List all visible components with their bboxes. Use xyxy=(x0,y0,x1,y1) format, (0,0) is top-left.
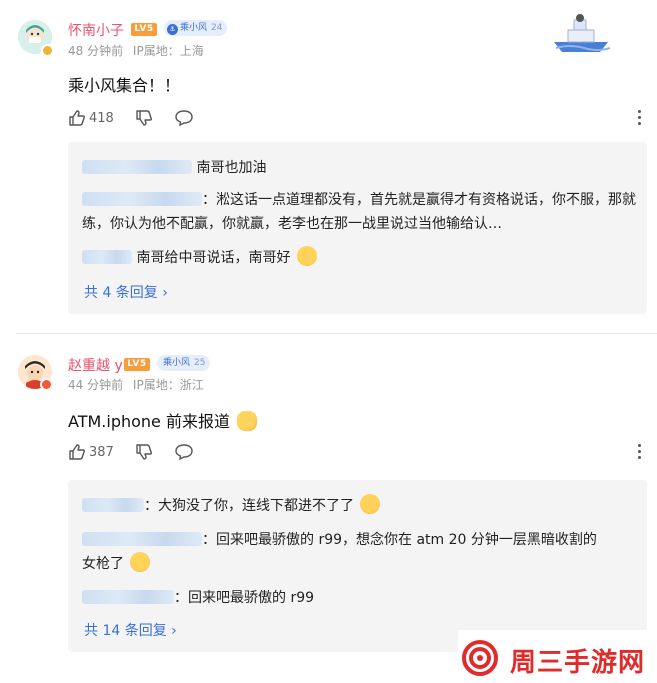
reply-text: ：回来吧最骄傲的 r99 xyxy=(174,590,315,606)
reply-text-continued: 女枪了 xyxy=(82,556,124,572)
reply-text: ：回来吧最骄傲的 r99，想念你在 atm 20 分钟一层黑暗收割的 xyxy=(202,532,597,548)
comment-actions: 418 xyxy=(68,108,628,128)
fan-badge[interactable]: ⚓ 乘小风 24 xyxy=(164,20,228,36)
blurred-username xyxy=(82,192,202,206)
comment-meta: 48 分钟前 IP属地：上海 xyxy=(68,42,210,59)
reply-item[interactable]: ：回来吧最骄傲的 r99 xyxy=(82,586,638,610)
reply-item[interactable]: ：大狗没了你，连线下都进不了了 xyxy=(82,494,638,518)
reply-button[interactable] xyxy=(174,108,194,128)
like-count: 418 xyxy=(89,110,114,126)
site-watermark: 周三手游网 xyxy=(458,630,657,683)
anchor-icon: ⚓ xyxy=(167,24,178,35)
comment-time: 48 分钟前 xyxy=(68,44,124,58)
like-button[interactable]: 387 xyxy=(68,442,114,462)
comment-content: 乘小风集合！！ xyxy=(68,76,181,95)
comment-actions: 387 xyxy=(68,442,628,462)
fan-badge-label: 乘小风 xyxy=(180,23,208,33)
username[interactable]: 赵重越 y xyxy=(68,355,123,375)
flexed-biceps-emoji-icon xyxy=(237,411,258,431)
thumbs-down-icon xyxy=(136,110,153,126)
comment-time: 44 分钟前 xyxy=(68,378,124,392)
avatar-badge-icon xyxy=(41,44,54,57)
divider xyxy=(16,333,657,334)
blurred-username xyxy=(82,498,144,512)
reply-text: 南哥也加油 xyxy=(196,160,267,176)
level-badge: LV5 xyxy=(131,23,157,36)
crying-face-emoji-icon xyxy=(130,552,151,572)
comment-bubble-icon xyxy=(175,444,193,461)
blurred-username xyxy=(82,532,202,546)
dislike-button[interactable] xyxy=(135,108,153,128)
reply-button[interactable] xyxy=(174,442,194,462)
reply-item[interactable]: ：淞这话一点道理都没有，首先就是赢得才有资格说话，你不服，那就练，你认为他不配赢… xyxy=(82,188,638,236)
fan-badge-level: 25 xyxy=(194,358,206,368)
blushing-face-emoji-icon xyxy=(296,246,317,266)
crying-face-emoji-icon xyxy=(360,494,381,514)
thumbs-up-icon xyxy=(69,444,86,460)
more-options-icon[interactable] xyxy=(637,110,641,126)
thumbs-up-icon xyxy=(69,110,86,126)
comment-meta: 44 分钟前 IP属地：浙江 xyxy=(68,376,210,393)
like-button[interactable]: 418 xyxy=(68,108,114,128)
replies-panel: 南哥也加油 ：淞这话一点道理都没有，首先就是赢得才有资格说话，你不服，那就练，你… xyxy=(68,142,647,314)
dislike-button[interactable] xyxy=(135,442,153,462)
comment-bubble-icon xyxy=(175,110,193,127)
like-count: 387 xyxy=(89,444,114,460)
decorative-boat-illustration xyxy=(550,12,612,54)
reply-text: 南哥给中哥说话，南哥好 xyxy=(136,250,291,266)
fan-badge[interactable]: 乘小风 25 xyxy=(157,355,211,371)
view-more-replies-link[interactable]: 共 14 条回复 › xyxy=(84,620,177,640)
fan-badge-level: 24 xyxy=(211,23,223,33)
thumbs-down-icon xyxy=(136,444,153,460)
watermark-text: 周三手游网 xyxy=(510,648,646,678)
avatar-badge-icon xyxy=(40,378,53,391)
blurred-username xyxy=(82,590,174,604)
more-options-icon[interactable] xyxy=(637,444,641,460)
ip-location: IP属地：浙江 xyxy=(132,378,204,392)
reply-item[interactable]: 南哥给中哥说话，南哥好 xyxy=(82,246,638,270)
comment-text: ATM.iphone 前来报道 xyxy=(68,412,230,431)
ip-location: IP属地：上海 xyxy=(132,44,204,58)
view-more-replies-link[interactable]: 共 4 条回复 › xyxy=(84,282,168,302)
blurred-username xyxy=(82,250,132,264)
level-badge: LV5 xyxy=(124,358,150,371)
reply-item[interactable]: 南哥也加油 xyxy=(82,156,638,180)
replies-panel: ：大狗没了你，连线下都进不了了 ：回来吧最骄傲的 r99，想念你在 atm 20… xyxy=(68,480,647,652)
reply-text: ：大狗没了你，连线下都进不了了 xyxy=(144,498,354,514)
username[interactable]: 怀南小子 xyxy=(68,20,124,40)
fan-badge-label: 乘小风 xyxy=(163,358,191,368)
blurred-username xyxy=(82,160,192,174)
watermark-logo-icon xyxy=(462,640,498,676)
comment-content: ATM.iphone 前来报道 xyxy=(68,408,258,432)
reply-item[interactable]: ：回来吧最骄傲的 r99，想念你在 atm 20 分钟一层黑暗收割的 女枪了 xyxy=(82,528,638,576)
